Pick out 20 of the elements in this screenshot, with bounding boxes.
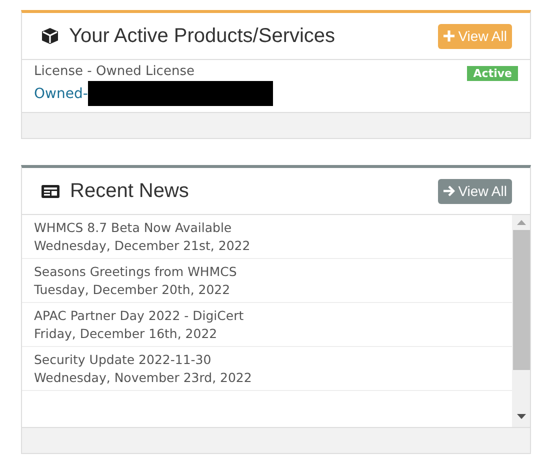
panel-title: Your Active Products/Services [69, 24, 336, 48]
scroll-up-icon [516, 220, 526, 225]
product-name: License - Owned License [34, 64, 196, 79]
status-label: Active [467, 66, 518, 81]
news-date: Friday, December 16th, 2022 [34, 326, 218, 341]
news-date: Wednesday, December 21st, 2022 [34, 238, 252, 253]
scroll-down-icon [516, 414, 526, 419]
news-title[interactable]: Security Update 2022-11-30 [34, 352, 500, 367]
news-date: Wednesday, November 23rd, 2022 [34, 370, 253, 385]
domain-link[interactable]: Owned- [34, 86, 88, 102]
news-title[interactable]: APAC Partner Day 2022 - DigiCert [34, 308, 500, 323]
news-title[interactable]: WHMCS 8.7 Beta Now Available [34, 220, 500, 235]
news-title[interactable]: Seasons Greetings from WHMCS [34, 264, 500, 279]
plus-icon [443, 30, 456, 42]
news-date: Tuesday, December 20th, 2022 [34, 282, 232, 297]
panel-title: Recent News [70, 180, 189, 202]
arrow-icon [443, 185, 456, 197]
box-icon [41, 27, 59, 45]
scrollbar[interactable] [512, 215, 530, 427]
newspaper-icon [41, 184, 60, 198]
